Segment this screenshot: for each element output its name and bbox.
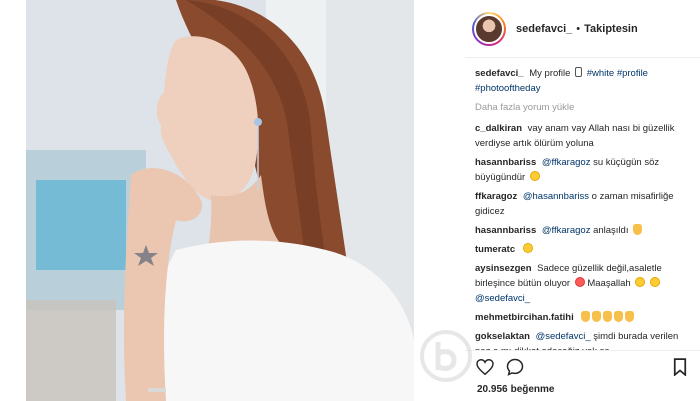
hashtag-profile[interactable]: #profile [617,68,648,79]
instagram-post-window: sedefavci_ • Takiptesin sedefavci_ My pr… [0,0,700,401]
comment: hasannbariss @ffkaragoz anlaşıldı [475,223,695,238]
comment-mention[interactable]: @sedefavci_ [536,331,591,342]
avatar-image [474,14,504,44]
phone-icon [575,67,583,77]
comment-mention[interactable]: @ffkaragoz [542,225,591,236]
comment: tumeratc [475,242,695,257]
heart-icon [476,359,494,375]
caption: sedefavci_ My profile #white #profile #p… [475,66,695,96]
heart-eyes-emoji-icon [574,277,585,287]
comment-username[interactable]: hasannbariss [475,157,536,168]
bookmark-button[interactable] [670,357,690,377]
comment-username[interactable]: c_dalkiran [475,123,522,134]
clap-emoji-icon [592,311,602,322]
comment-mention[interactable]: @sedefavci_ [475,293,530,304]
clap-emoji-icon [581,311,591,322]
comment: aysinsezgen Sadece güzellik değil,asalet… [475,261,695,306]
grin-emoji-icon [522,243,533,253]
action-bar: 20.956 beğenme [465,350,700,401]
comment-username[interactable]: mehmetbircihan.fatihi [475,312,574,323]
comment: hasannbariss @ffkaragoz su küçügün söz b… [475,155,695,185]
caption-username[interactable]: sedefavci_ [475,68,524,79]
follow-status-link[interactable]: Takiptesin [584,23,638,35]
hashtag-photooftheday[interactable]: #photooftheday [475,83,541,94]
header-username[interactable]: sedefavci_ [516,23,572,35]
likes-count[interactable]: 20.956 beğenme [477,384,555,395]
comment: ffkaragoz @hasannbariss o zaman misafirl… [475,189,695,219]
caption-text: My profile [529,68,571,79]
photo-illustration [26,0,414,401]
comments-list: sedefavci_ My profile #white #profile #p… [475,66,695,363]
comment: mehmetbircihan.fatihi [475,310,695,325]
thumbs-up-emoji-icon [633,224,643,235]
comment-username[interactable]: aysinsezgen [475,263,532,274]
post-photo[interactable] [26,0,414,401]
header-separator: • [576,23,581,35]
hand-emoji-icon [625,311,635,322]
like-button[interactable] [475,357,495,377]
left-gutter [0,0,26,401]
comment-button[interactable] [505,357,525,377]
wink-emoji-icon [649,277,660,287]
bookmark-icon [673,358,687,376]
comment-text-2: Maaşallah [587,278,631,289]
header-divider [465,57,700,58]
smile-emoji-icon [529,171,540,181]
likes-label: beğenme [510,384,555,395]
comment-text: anlaşıldı [593,225,629,236]
comment-username[interactable]: tumeratc [475,244,515,255]
comment: c_dalkiran vay anam vay Allah nası bi gü… [475,121,695,151]
person-emoji-icon [635,277,646,287]
comment-username[interactable]: hasannbariss [475,225,536,236]
clap-emoji-icon [614,311,624,322]
hashtag-white[interactable]: #white [587,68,614,79]
load-more-comments[interactable]: Daha fazla yorum yükle [475,100,695,115]
comment-username[interactable]: gokselaktan [475,331,530,342]
likes-number: 20.956 [477,384,508,395]
comment-mention[interactable]: @ffkaragoz [542,157,591,168]
comment-username[interactable]: ffkaragoz [475,191,517,202]
action-icons [475,357,525,377]
comment-mention[interactable]: @hasannbariss [523,191,589,202]
clap-emoji-icon [603,311,613,322]
avatar[interactable] [472,12,506,46]
watermark-logo-icon [420,330,472,382]
post-header: sedefavci_ • Takiptesin [466,8,700,50]
comment-icon [506,358,524,376]
